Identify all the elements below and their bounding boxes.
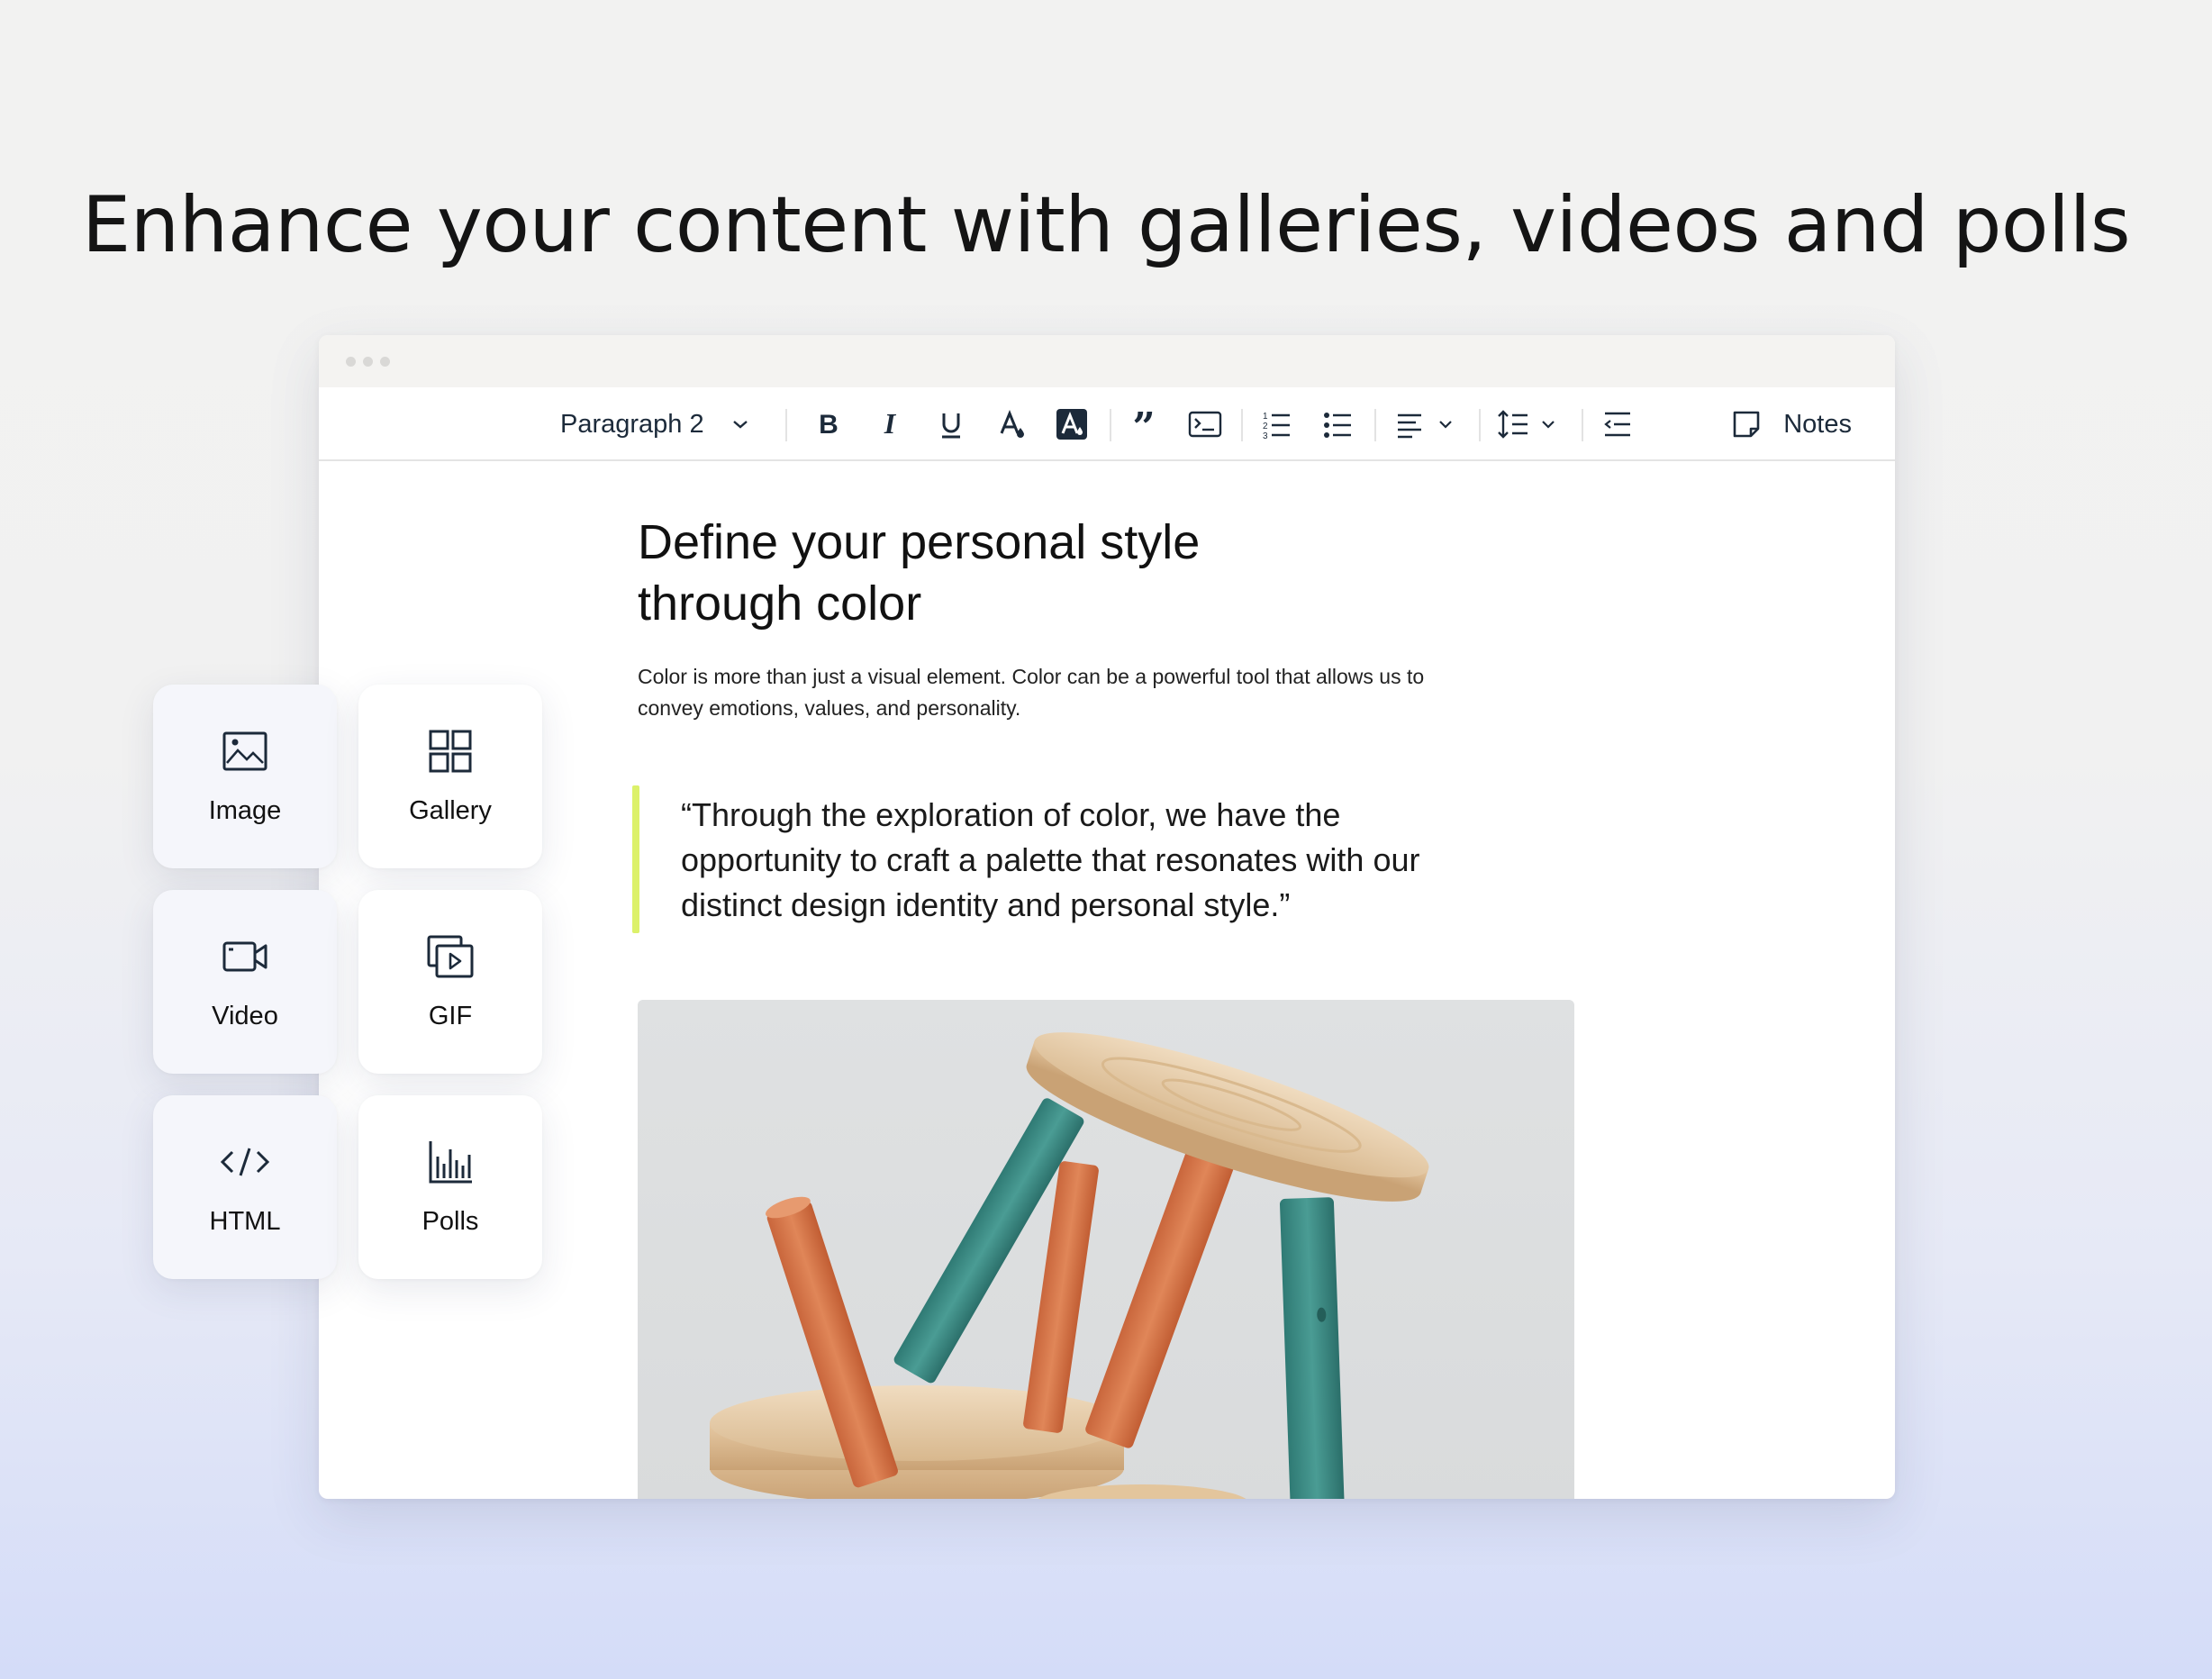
underline-icon (942, 413, 960, 439)
line-spacing-dropdown[interactable] (1495, 387, 1556, 461)
align-icon (1398, 413, 1421, 439)
paragraph-line: Color is more than just a visual element… (638, 665, 1425, 688)
text-color-button[interactable] (994, 387, 1030, 461)
document-paragraph[interactable]: Color is more than just a visual element… (638, 661, 1538, 724)
toolbar-divider (1110, 409, 1111, 441)
code-block-button[interactable] (1187, 387, 1223, 461)
insert-polls-button[interactable]: Polls (358, 1095, 542, 1279)
blockquote[interactable]: “Through the exploration of color, we ha… (681, 793, 1546, 928)
insert-gallery-button[interactable]: Gallery (358, 685, 542, 868)
tile-label: Gallery (409, 796, 492, 825)
highlight-button[interactable] (1054, 387, 1090, 461)
wooden-sculpture-image[interactable] (638, 1000, 1574, 1499)
notes-label: Notes (1783, 409, 1852, 439)
quote-line: distinct design identity and personal st… (681, 886, 1291, 923)
quote-button[interactable]: ” (1126, 387, 1162, 461)
insert-image-button[interactable]: Image (153, 685, 337, 868)
bulleted-list-button[interactable] (1320, 387, 1356, 461)
toolbar-divider (785, 409, 787, 441)
svg-text:1: 1 (1263, 412, 1268, 422)
toolbar-divider (1479, 409, 1481, 441)
italic-button[interactable]: I (872, 387, 908, 461)
document-title[interactable]: Define your personal style through color (638, 512, 1358, 634)
html-icon (220, 1148, 270, 1176)
quote-line: opportunity to craft a palette that reso… (681, 841, 1420, 878)
quote-accent-bar (632, 785, 639, 933)
svg-text:2: 2 (1263, 422, 1268, 431)
insert-html-button[interactable]: HTML (153, 1095, 337, 1279)
document-canvas[interactable]: Define your personal style through color… (319, 461, 1895, 1499)
window-titlebar (319, 335, 1895, 387)
title-line: through color (638, 576, 922, 631)
bold-icon: B (819, 410, 839, 440)
italic-icon: I (884, 407, 897, 440)
wooden-sculpture-illustration (710, 1032, 1429, 1499)
tile-label: HTML (209, 1207, 281, 1236)
indent-button[interactable] (1600, 387, 1636, 461)
line-spacing-icon (1498, 410, 1528, 439)
notes-icon (1733, 411, 1760, 438)
formatting-toolbar: Paragraph 2 B I ” 123 Notes (319, 387, 1895, 461)
notes-button[interactable]: Notes (1731, 387, 1852, 461)
svg-text:3: 3 (1263, 431, 1268, 441)
tile-label: Polls (422, 1207, 479, 1236)
window-dot[interactable] (380, 357, 390, 367)
toolbar-divider (1241, 409, 1243, 441)
bulleted-list-icon (1324, 413, 1351, 438)
window-dot[interactable] (346, 357, 356, 367)
tile-label: Image (208, 796, 282, 825)
window-controls (346, 357, 390, 367)
indent-icon (1604, 412, 1630, 437)
code-block-icon (1188, 411, 1222, 438)
toolbar-divider (1374, 409, 1376, 441)
insert-gif-button[interactable]: GIF (358, 890, 542, 1074)
chevron-down-icon (732, 421, 748, 429)
svg-text:I: I (884, 407, 897, 440)
chevron-down-icon (1542, 421, 1555, 429)
window-dot[interactable] (363, 357, 373, 367)
insert-video-button[interactable]: Video (153, 890, 337, 1074)
gif-icon (427, 935, 474, 978)
page-headline: Enhance your content with galleries, vid… (81, 180, 2131, 270)
text-color-icon (1000, 410, 1024, 438)
paragraph-style-label: Paragraph 2 (560, 409, 704, 439)
polls-icon (429, 1141, 472, 1184)
editor-window: Paragraph 2 B I ” 123 Notes Define your … (319, 335, 1895, 1499)
title-line: Define your personal style (638, 515, 1201, 569)
tile-label: Video (212, 1002, 278, 1030)
image-icon (222, 731, 267, 771)
paragraph-line: convey emotions, values, and personality… (638, 696, 1021, 720)
numbered-list-button[interactable]: 123 (1259, 387, 1295, 461)
toolbar-divider (1582, 409, 1583, 441)
quote-icon: ” (1132, 406, 1155, 442)
bold-button[interactable]: B (811, 387, 847, 461)
svg-text:”: ” (1132, 406, 1155, 442)
highlight-icon (1056, 409, 1087, 440)
paragraph-style-dropdown[interactable]: Paragraph 2 (560, 387, 749, 461)
video-icon (222, 941, 267, 972)
quote-line: “Through the exploration of color, we ha… (681, 796, 1341, 833)
gallery-icon (429, 730, 472, 773)
svg-text:B: B (819, 410, 839, 440)
tile-label: GIF (428, 1002, 473, 1030)
chevron-down-icon (1439, 421, 1452, 429)
numbered-list-icon: 123 (1263, 412, 1290, 441)
underline-button[interactable] (933, 387, 969, 461)
align-dropdown[interactable] (1392, 387, 1454, 461)
